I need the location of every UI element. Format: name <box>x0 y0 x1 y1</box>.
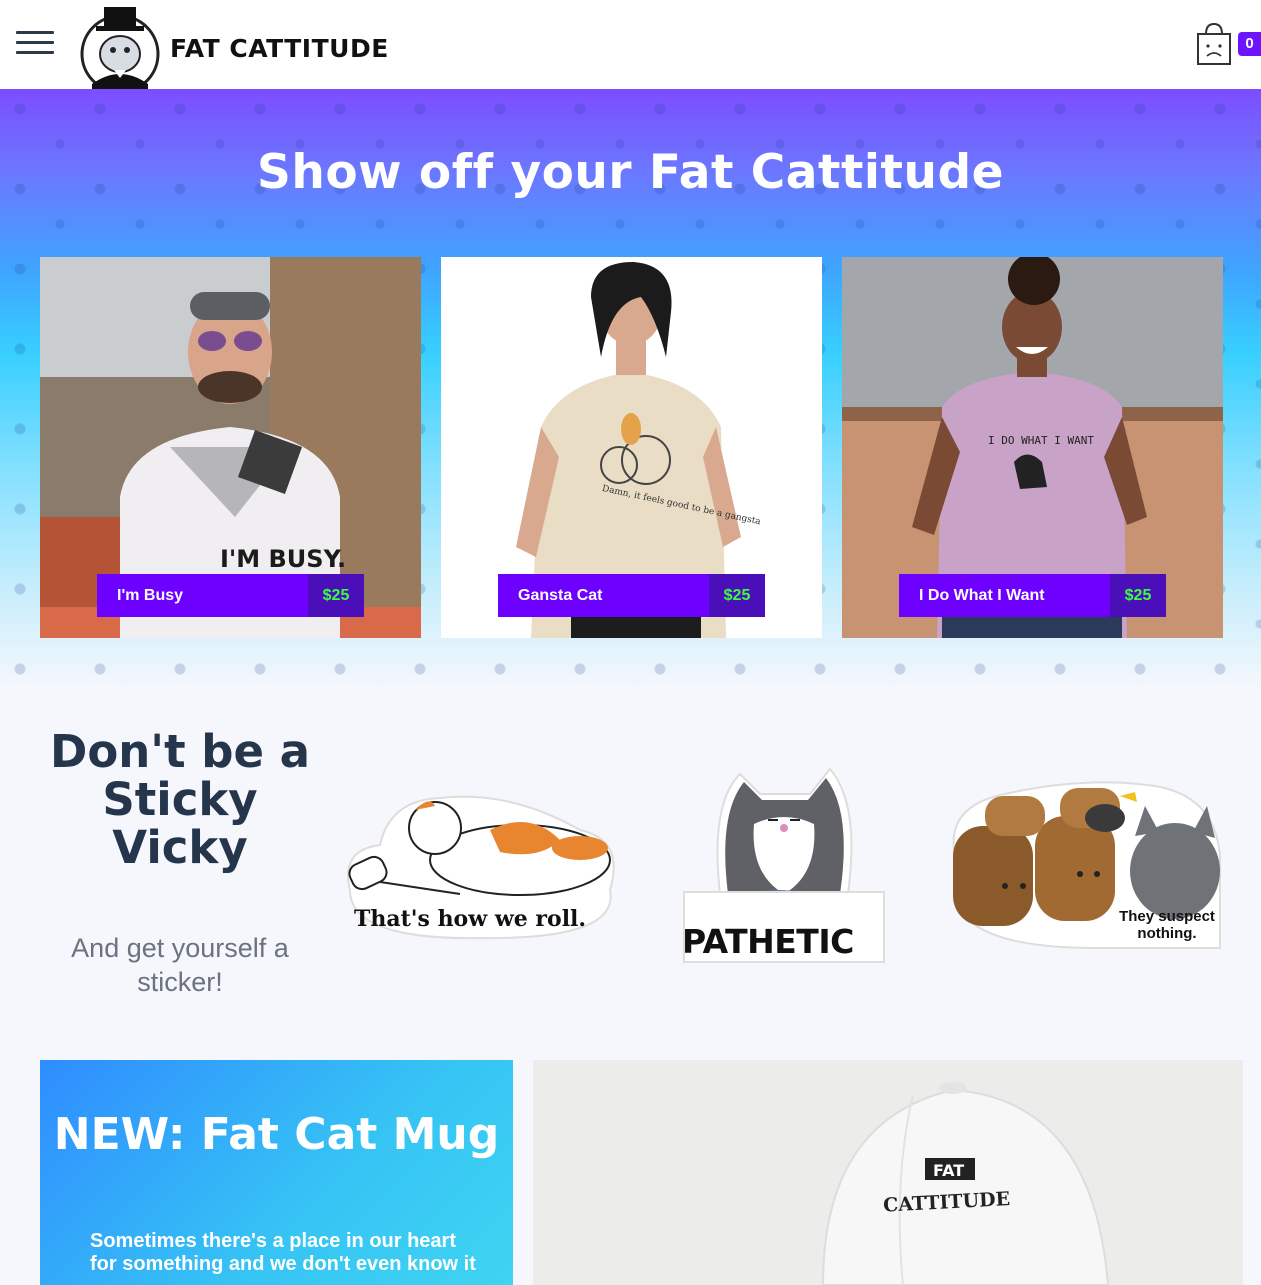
product-card-i-do-what-i-want[interactable]: I DO WHAT I WANT I Do What I Want $25 <box>842 257 1223 638</box>
site-header: FAT CATTITUDE 0 <box>0 0 1261 90</box>
mug-description: Sometimes there's a place in our heart f… <box>90 1230 476 1275</box>
product-tag[interactable]: Gansta Cat $25 <box>498 574 765 617</box>
hero-title: Show off your Fat Cattitude <box>257 145 1004 200</box>
sticker-caption: That's how we roll. <box>354 906 587 932</box>
product-name[interactable]: Gansta Cat <box>498 574 709 617</box>
cart-count-badge[interactable]: 0 <box>1238 32 1261 56</box>
shirt-print-text: I DO WHAT I WANT <box>988 434 1094 447</box>
mug-promo-panel[interactable]: NEW: Fat Cat Mug Sometimes there's a pla… <box>40 1060 513 1285</box>
product-card-im-busy[interactable]: I'M BUSY. I'm Busy $25 <box>40 257 421 638</box>
product-name[interactable]: I Do What I Want <box>899 574 1110 617</box>
product-card-gansta-cat[interactable]: Damn, it feels good to be a gangsta Gans… <box>441 257 822 638</box>
sticker-how-we-roll[interactable]: That's how we roll. <box>340 790 622 940</box>
stickers-title: Don't be a Sticky Vicky <box>49 725 311 874</box>
product-price[interactable]: $25 <box>1110 574 1166 617</box>
cap-photo: FAT CATTITUDE <box>533 1060 1243 1285</box>
shopping-bag-icon[interactable] <box>1194 22 1234 66</box>
sticker-they-suspect-nothing[interactable]: They suspect nothing. <box>945 776 1223 952</box>
product-tag[interactable]: I'm Busy $25 <box>97 574 364 617</box>
shirt-print-text: I'M BUSY. <box>220 545 346 573</box>
menu-icon[interactable] <box>16 31 54 57</box>
logo-icon[interactable] <box>78 4 162 90</box>
sticker-caption: They suspect nothing. <box>1119 908 1215 942</box>
cap-product-panel[interactable]: FAT CATTITUDE <box>533 1060 1243 1285</box>
brand-name[interactable]: FAT CATTITUDE <box>170 34 389 63</box>
cap-logo-text: FAT <box>933 1161 964 1180</box>
product-price[interactable]: $25 <box>709 574 765 617</box>
stickers-subtitle: And get yourself a sticker! <box>71 933 289 997</box>
product-price[interactable]: $25 <box>308 574 364 617</box>
product-name[interactable]: I'm Busy <box>97 574 308 617</box>
product-tag[interactable]: I Do What I Want $25 <box>899 574 1166 617</box>
mug-title: NEW: Fat Cat Mug <box>53 1109 500 1160</box>
sticker-pathetic[interactable]: PATHETIC <box>680 764 888 964</box>
sticker-caption: PATHETIC <box>682 922 854 961</box>
